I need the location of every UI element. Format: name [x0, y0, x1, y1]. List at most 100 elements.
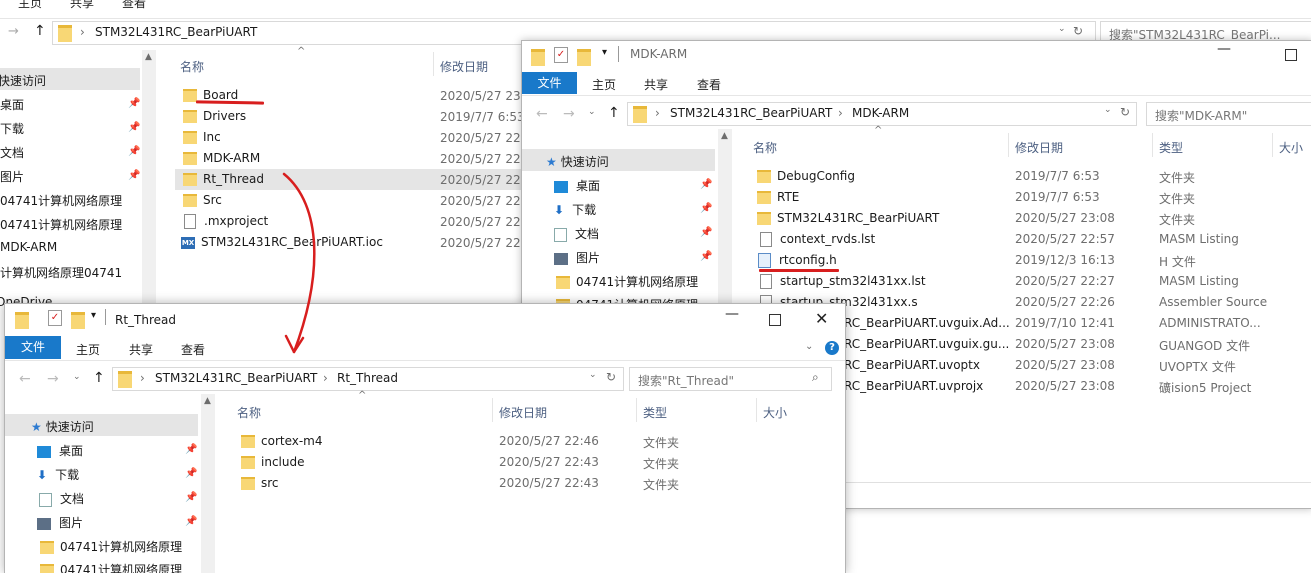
- breadcrumb-item[interactable]: MDK-ARM: [852, 106, 909, 120]
- tab-home[interactable]: 主页: [592, 76, 616, 93]
- list-item[interactable]: Inc: [183, 130, 221, 144]
- up-arrow-icon[interactable]: ↑: [34, 23, 46, 39]
- tab-view[interactable]: 查看: [697, 76, 721, 93]
- nav-folder[interactable]: MDK-ARM: [0, 240, 57, 254]
- column-size[interactable]: 大小: [1279, 139, 1303, 156]
- nav-folder[interactable]: 04741计算机网络原理: [0, 192, 122, 209]
- search-input[interactable]: 搜索"MDK-ARM": [1146, 102, 1311, 126]
- column-date[interactable]: 修改日期: [499, 404, 547, 421]
- list-item[interactable]: Src: [183, 193, 222, 207]
- scroll-up-icon[interactable]: ▲: [721, 131, 728, 141]
- scroll-up-icon[interactable]: ▲: [204, 396, 211, 406]
- maximize-button[interactable]: [769, 314, 781, 326]
- nav-desktop[interactable]: 桌面: [37, 442, 83, 459]
- nav-quick-access[interactable]: 快速访问: [0, 72, 46, 89]
- list-item[interactable]: context_rvds.lst: [760, 232, 875, 247]
- list-item[interactable]: RC_BearPiUART.uvguix.gu...: [844, 337, 1009, 351]
- address-bar[interactable]: › STM32L431RC_BearPiUART › Rt_Thread ⌄ ↻: [112, 367, 624, 391]
- list-item[interactable]: RC_BearPiUART.uvguix.Ad...: [844, 316, 1010, 330]
- nav-folder[interactable]: 计算机网络原理04741: [0, 264, 122, 281]
- column-type[interactable]: 类型: [643, 404, 667, 421]
- forward-arrow-icon[interactable]: →: [47, 371, 59, 387]
- breadcrumb-item[interactable]: STM32L431RC_BearPiUART: [95, 25, 257, 39]
- tab-file[interactable]: 文件: [522, 72, 577, 94]
- breadcrumb-item[interactable]: STM32L431RC_BearPiUART: [155, 371, 317, 385]
- address-bar[interactable]: › STM32L431RC_BearPiUART › MDK-ARM ⌄ ↻: [627, 102, 1137, 126]
- nav-documents[interactable]: 文档: [554, 225, 599, 242]
- minimize-button[interactable]: —: [725, 306, 739, 322]
- tab-file[interactable]: 文件: [5, 336, 61, 359]
- nav-folder[interactable]: 04741计算机网络原理: [40, 561, 182, 573]
- tab-share[interactable]: 共享: [70, 0, 94, 11]
- back-arrow-icon[interactable]: →: [8, 24, 19, 39]
- back-arrow-icon[interactable]: ←: [19, 371, 31, 387]
- quick-toolbar-dropdown-icon[interactable]: ▾: [91, 310, 96, 321]
- up-arrow-icon[interactable]: ↑: [608, 105, 620, 121]
- list-item[interactable]: startup_stm32l431xx.lst: [760, 274, 926, 289]
- column-date[interactable]: 修改日期: [440, 58, 488, 75]
- list-item[interactable]: MDK-ARM: [183, 151, 260, 165]
- minimize-button[interactable]: —: [1217, 41, 1231, 57]
- list-item[interactable]: MX STM32L431RC_BearPiUART.ioc: [181, 235, 383, 249]
- nav-documents[interactable]: 文档: [39, 490, 84, 507]
- nav-folder[interactable]: 04741计算机网络原理: [556, 273, 698, 290]
- close-button[interactable]: ✕: [815, 309, 828, 328]
- nav-scrollbar[interactable]: [201, 394, 215, 573]
- column-type[interactable]: 类型: [1159, 139, 1183, 156]
- forward-arrow-icon[interactable]: →: [563, 106, 575, 122]
- nav-pictures[interactable]: 图片: [37, 514, 83, 531]
- chevron-down-icon[interactable]: ⌄: [1104, 105, 1112, 115]
- maximize-button[interactable]: [1285, 49, 1297, 61]
- nav-pictures[interactable]: 图片: [554, 249, 600, 266]
- nav-downloads[interactable]: ⬇ 下载: [554, 201, 596, 218]
- tab-view[interactable]: 查看: [181, 341, 205, 358]
- list-item[interactable]: rtconfig.h: [758, 253, 837, 268]
- breadcrumb-item[interactable]: STM32L431RC_BearPiUART: [670, 106, 832, 120]
- list-item[interactable]: DebugConfig: [757, 169, 855, 183]
- help-icon[interactable]: ?: [825, 341, 839, 355]
- tab-home[interactable]: 主页: [18, 0, 42, 11]
- chevron-down-icon[interactable]: ⌄: [1058, 24, 1066, 34]
- expand-ribbon-icon[interactable]: ⌄: [805, 341, 813, 352]
- list-item[interactable]: cortex-m4: [241, 434, 323, 448]
- list-item[interactable]: RC_BearPiUART.uvoptx: [844, 358, 980, 372]
- tab-view[interactable]: 查看: [122, 0, 146, 11]
- breadcrumb-item[interactable]: Rt_Thread: [337, 371, 398, 385]
- list-item[interactable]: include: [241, 455, 304, 469]
- new-folder-icon[interactable]: [577, 49, 591, 66]
- back-arrow-icon[interactable]: ←: [536, 106, 548, 122]
- column-size[interactable]: 大小: [763, 404, 787, 421]
- nav-pictures[interactable]: 图片: [0, 168, 24, 185]
- column-date[interactable]: 修改日期: [1015, 139, 1063, 156]
- nav-quick-access[interactable]: ★ 快速访问: [546, 153, 609, 170]
- nav-folder[interactable]: 04741计算机网络原理: [40, 538, 182, 555]
- refresh-icon[interactable]: ↻: [1120, 105, 1130, 119]
- search-input[interactable]: 搜索"Rt_Thread" ⌕: [629, 367, 832, 391]
- properties-icon[interactable]: ✓: [554, 47, 568, 63]
- tab-home[interactable]: 主页: [76, 341, 100, 358]
- list-item[interactable]: Drivers: [183, 109, 246, 123]
- nav-desktop[interactable]: 桌面: [0, 96, 24, 113]
- refresh-icon[interactable]: ↻: [1073, 24, 1083, 38]
- tab-share[interactable]: 共享: [644, 76, 668, 93]
- tab-share[interactable]: 共享: [129, 341, 153, 358]
- new-folder-icon[interactable]: [71, 312, 85, 329]
- nav-folder[interactable]: 04741计算机网络原理: [0, 216, 122, 233]
- list-item[interactable]: RTE: [757, 190, 799, 204]
- nav-downloads[interactable]: ⬇ 下载: [37, 466, 79, 483]
- recent-dropdown-icon[interactable]: ⌄: [588, 107, 596, 117]
- scroll-up-icon[interactable]: ▲: [145, 52, 152, 62]
- list-item[interactable]: RC_BearPiUART.uvprojx: [844, 379, 983, 393]
- list-item[interactable]: .mxproject: [184, 214, 268, 229]
- properties-icon[interactable]: ✓: [48, 310, 62, 326]
- recent-dropdown-icon[interactable]: ⌄: [73, 372, 81, 382]
- nav-documents[interactable]: 文档: [0, 144, 24, 161]
- list-item[interactable]: src: [241, 476, 279, 490]
- column-name[interactable]: 名称: [237, 404, 261, 421]
- up-arrow-icon[interactable]: ↑: [93, 370, 105, 386]
- list-item[interactable]: STM32L431RC_BearPiUART: [757, 211, 939, 225]
- refresh-icon[interactable]: ↻: [606, 370, 616, 384]
- chevron-down-icon[interactable]: ⌄: [589, 370, 597, 380]
- search-icon[interactable]: ⌕: [812, 370, 819, 385]
- nav-desktop[interactable]: 桌面: [554, 177, 600, 194]
